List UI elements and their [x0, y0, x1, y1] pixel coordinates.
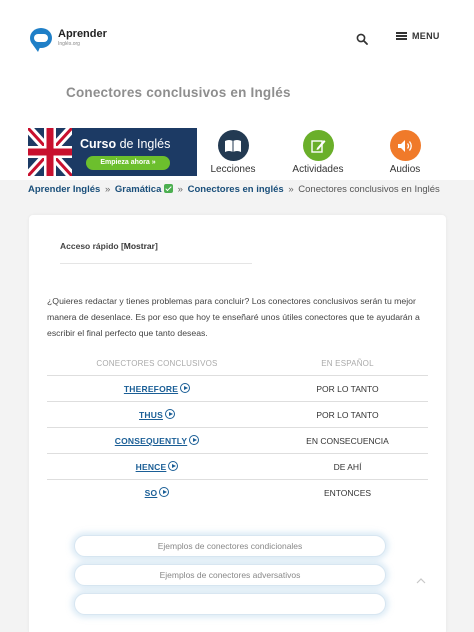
- breadcrumb: Aprender Inglés » Gramática » Conectores…: [28, 184, 440, 195]
- pencil-icon: [302, 130, 334, 161]
- connector-link[interactable]: SO: [145, 488, 158, 498]
- table-row: THEREFORE POR LO TANTO: [47, 375, 428, 401]
- related-link-more[interactable]: [74, 593, 386, 615]
- table-row: SO ENTONCES: [47, 479, 428, 505]
- breadcrumb-gramatica[interactable]: Gramática: [115, 184, 161, 195]
- related-link-condicionales[interactable]: Ejemplos de conectores condicionales: [74, 535, 386, 557]
- connector-link[interactable]: THEREFORE: [124, 384, 178, 394]
- check-icon: [164, 184, 174, 193]
- hamburger-icon: [396, 32, 407, 40]
- table-row: THUS POR LO TANTO: [47, 401, 428, 427]
- connector-link[interactable]: THUS: [139, 410, 163, 420]
- translation: DE AHÍ: [333, 461, 362, 472]
- quick-access: Acceso rápido [Mostrar]: [60, 241, 252, 264]
- connector-link[interactable]: CONSEQUENTLY: [115, 436, 187, 446]
- quick-access-label: Acceso rápido: [60, 241, 119, 251]
- breadcrumb-current: Conectores conclusivos en Inglés: [298, 184, 440, 195]
- breadcrumb-home[interactable]: Aprender Inglés: [28, 184, 100, 195]
- logo-subtitle: Inglés.org: [58, 41, 80, 47]
- page-title: Conectores conclusivos en Inglés: [66, 85, 291, 100]
- translation: POR LO TANTO: [316, 409, 379, 420]
- breadcrumb-conectores[interactable]: Conectores en inglés: [188, 184, 284, 195]
- table-header: CONECTORES CONCLUSIVOS EN ESPAÑOL: [47, 351, 428, 375]
- play-audio-icon[interactable]: [168, 461, 179, 471]
- nav-label-audios: Audios: [389, 164, 421, 175]
- play-audio-icon[interactable]: [180, 383, 191, 393]
- header-spanish: EN ESPAÑOL: [321, 358, 374, 368]
- related-link-adversativos[interactable]: Ejemplos de conectores adversativos: [74, 564, 386, 586]
- translation: POR LO TANTO: [316, 383, 379, 394]
- menu-label: MENU: [412, 31, 440, 41]
- site-logo[interactable]: Aprender Inglés.org: [30, 28, 107, 52]
- table-row: CONSEQUENTLY EN CONSECUENCIA: [47, 427, 428, 453]
- intro-paragraph: ¿Quieres redactar y tienes problemas par…: [47, 296, 420, 338]
- table-row: HENCE DE AHÍ: [47, 453, 428, 479]
- nav-label-actividades: Actividades: [292, 164, 344, 175]
- play-audio-icon[interactable]: [189, 435, 200, 445]
- nav-item-actividades[interactable]: Actividades: [288, 130, 348, 175]
- banner-title: Curso de Inglés: [80, 137, 171, 151]
- logo-title: Aprender: [58, 28, 107, 40]
- translation: ENTONCES: [323, 487, 372, 498]
- menu-button[interactable]: MENU: [396, 31, 440, 41]
- nav-item-audios[interactable]: Audios: [384, 130, 426, 175]
- search-icon[interactable]: [356, 33, 368, 45]
- start-now-button[interactable]: Empieza ahora »: [86, 156, 170, 170]
- content-card: Acceso rápido [Mostrar] ¿Quieres redacta…: [29, 215, 446, 632]
- uk-flag-icon: [28, 128, 72, 176]
- header-connectors: CONECTORES CONCLUSIVOS: [96, 358, 218, 368]
- scroll-up-icon[interactable]: [416, 577, 426, 585]
- play-audio-icon[interactable]: [159, 487, 170, 497]
- logo-bubble-icon: [30, 28, 52, 52]
- course-banner[interactable]: Curso de Inglés Empieza ahora »: [28, 128, 197, 176]
- book-icon: [217, 130, 249, 161]
- play-audio-icon[interactable]: [164, 409, 175, 419]
- nav-row: Curso de Inglés Empieza ahora » Leccione…: [0, 124, 474, 180]
- translation: EN CONSECUENCIA: [306, 435, 389, 446]
- nav-item-lecciones[interactable]: Lecciones: [206, 130, 260, 175]
- title-band: Conectores conclusivos en Inglés: [0, 74, 474, 124]
- connectors-table: CONECTORES CONCLUSIVOS EN ESPAÑOL THEREF…: [47, 351, 428, 505]
- site-header: Aprender Inglés.org MENU: [0, 0, 474, 74]
- speaker-icon: [389, 130, 421, 161]
- nav-label-lecciones: Lecciones: [210, 164, 256, 175]
- quick-access-toggle[interactable]: Mostrar: [124, 241, 155, 251]
- connector-link[interactable]: HENCE: [136, 462, 167, 472]
